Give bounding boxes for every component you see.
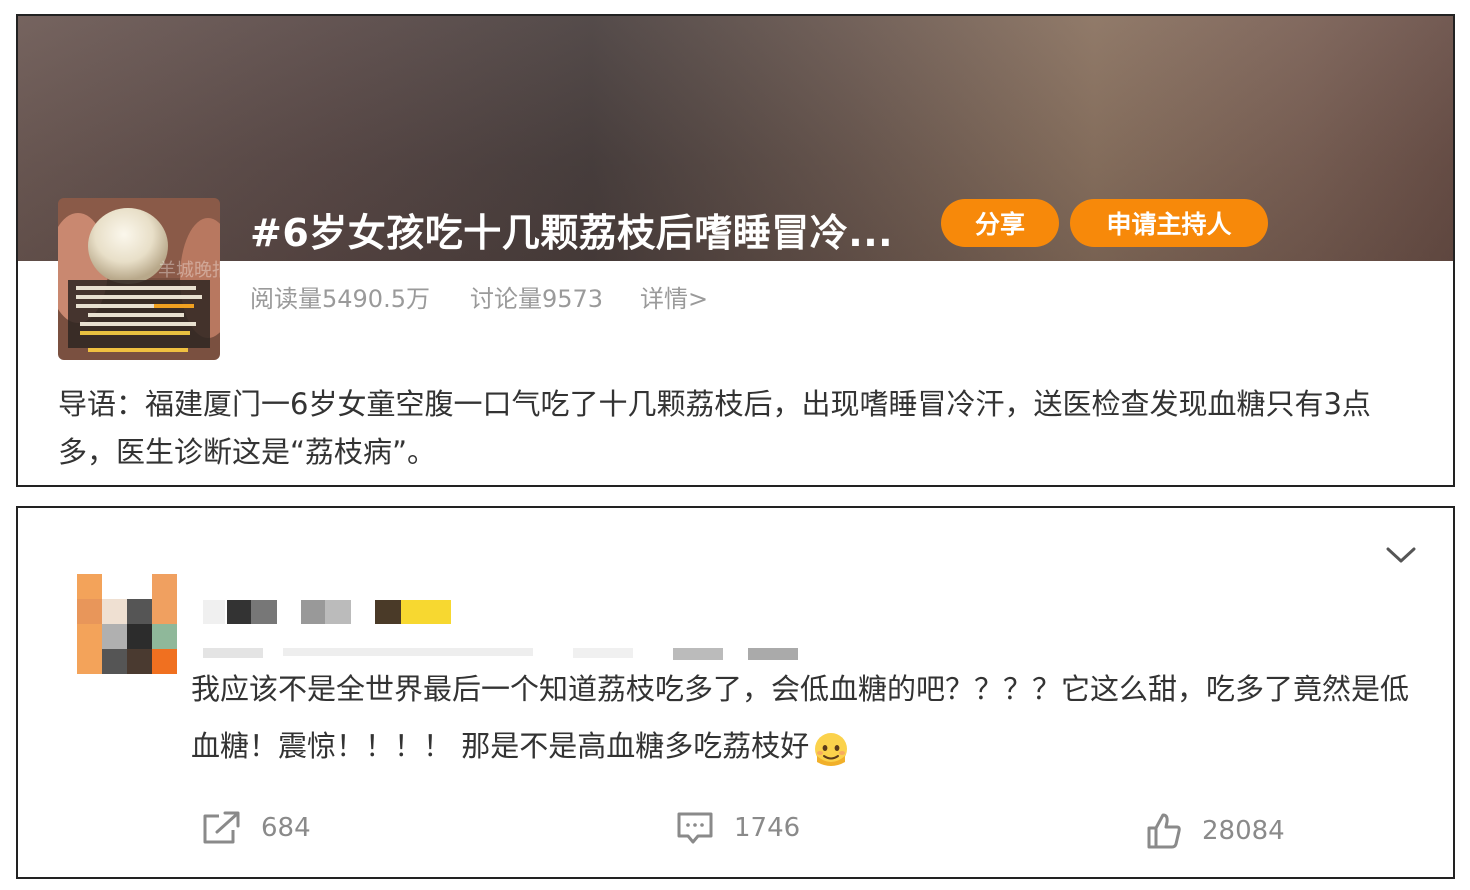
repost-count: 684 (261, 813, 311, 843)
topic-intro: 导语：福建厦门一6岁女童空腹一口气吃了十几颗荔枝后，出现嗜睡冒冷汗，送医检查发现… (58, 387, 1371, 469)
comment-count: 1746 (734, 813, 801, 843)
blurred-username[interactable] (203, 600, 503, 626)
like-button[interactable]: 28084 (1146, 812, 1285, 850)
details-link[interactable]: 详情> (640, 279, 708, 314)
topic-thumbnail[interactable]: 羊城晚报 (58, 198, 220, 360)
discussion-count: 讨论量9573 (470, 285, 604, 313)
comment-body: 我应该不是全世界最后一个知道荔枝吃多了，会低血糖的吧？？？？它这么甜，吃多了竟然… (191, 672, 1410, 763)
chevron-down-icon[interactable] (1384, 544, 1418, 566)
repost-button[interactable]: 684 (201, 810, 311, 846)
comment-text: 我应该不是全世界最后一个知道荔枝吃多了，会低血糖的吧？？？？它这么甜，吃多了竟然… (191, 661, 1431, 775)
share-button[interactable]: 分享 (941, 199, 1059, 247)
comment-icon (677, 812, 713, 844)
avatar[interactable] (77, 574, 177, 674)
comment-card: 我应该不是全世界最后一个知道荔枝吃多了，会低血糖的吧？？？？它这么甜，吃多了竟然… (16, 506, 1455, 879)
read-count: 阅读量5490.5万 (250, 285, 430, 313)
like-count: 28084 (1202, 816, 1285, 846)
thumbs-up-icon (1147, 813, 1181, 849)
apply-host-button[interactable]: 申请主持人 (1070, 199, 1268, 247)
lychee-photo-icon: 羊城晚报 (58, 198, 220, 360)
repost-icon (203, 811, 240, 844)
thumbnail-watermark: 羊城晚报 (158, 260, 220, 281)
hot-face-emoji-icon (815, 733, 848, 766)
comment-button[interactable]: 1746 (676, 810, 800, 846)
topic-title[interactable]: #6岁女孩吃十几颗荔枝后嗜睡冒冷... (250, 202, 893, 257)
topic-card: 羊城晚报 #6岁女孩吃十几颗荔枝后嗜睡冒冷... 分享 申请主持人 阅读量549… (16, 14, 1455, 487)
